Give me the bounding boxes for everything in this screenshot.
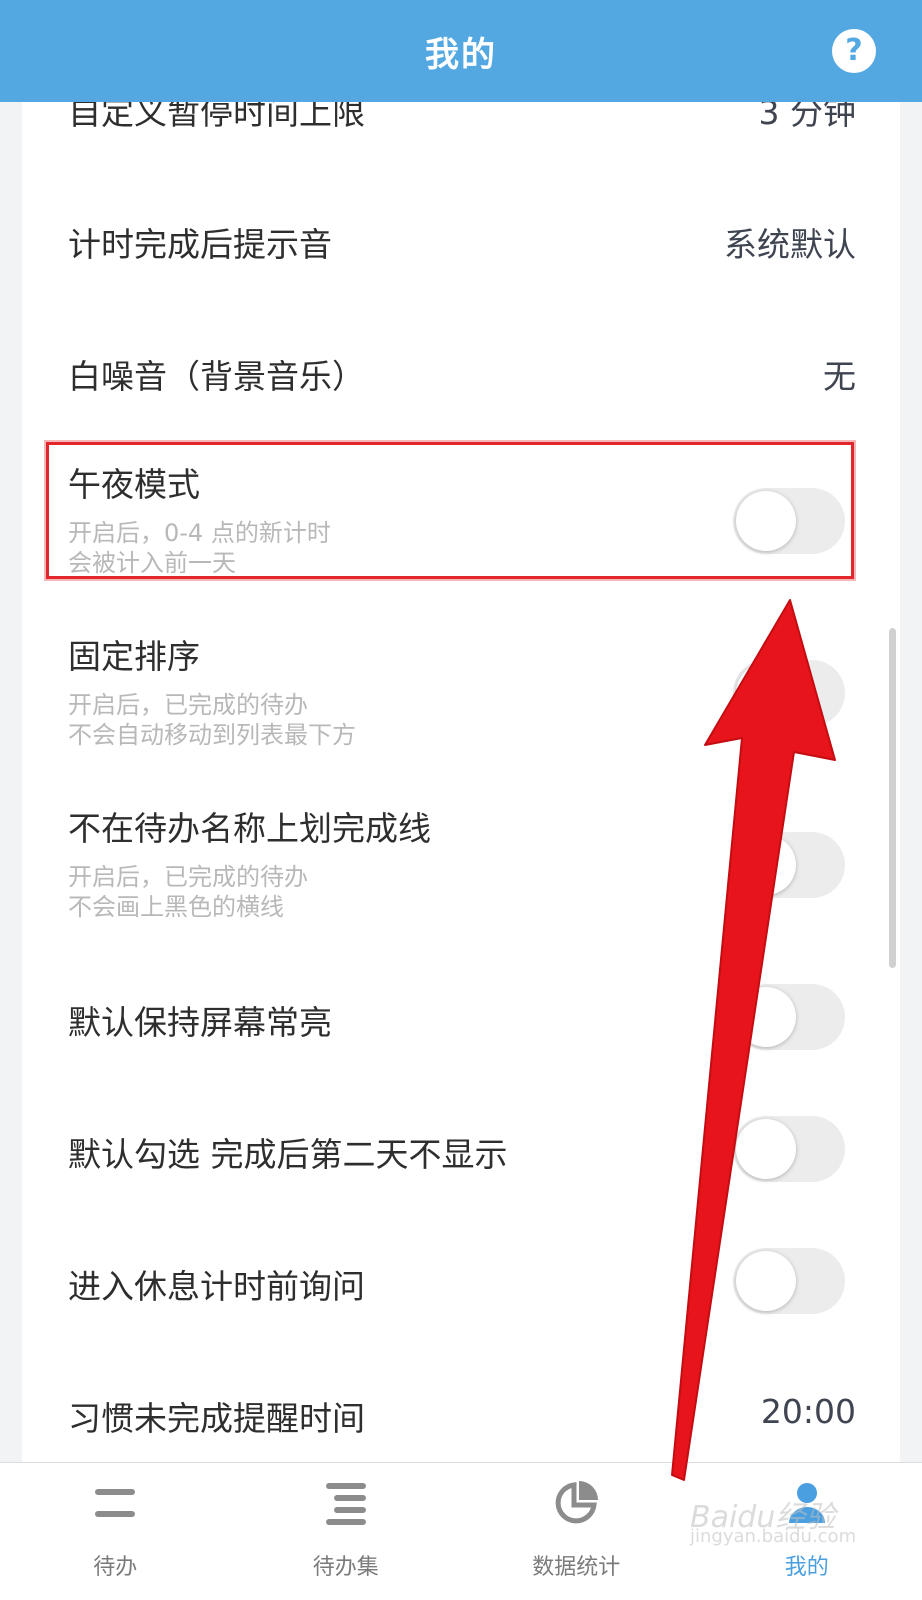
- page-title: 我的: [425, 34, 497, 75]
- watermark-url: jingyan.baidu.com: [690, 1526, 857, 1547]
- tab-label: 数据统计: [532, 1555, 621, 1580]
- help-button[interactable]: ?: [832, 29, 876, 73]
- toggle-knob: [736, 835, 796, 895]
- setting-title: 计时完成后提示音: [68, 225, 332, 264]
- setting-habit-reminder[interactable]: 习惯未完成提醒时间 20:00: [22, 1378, 900, 1462]
- annotation-highlight-box: [46, 442, 854, 579]
- tab-label: 待办: [93, 1555, 138, 1580]
- setting-description: 开启后，已完成的待办: [68, 691, 308, 719]
- no-strikethrough-toggle[interactable]: [733, 832, 845, 898]
- setting-value: 系统默认: [724, 225, 856, 264]
- setting-hide-next-day: 默认勾选 完成后第二天不显示: [22, 1114, 900, 1204]
- tab-todo-collection[interactable]: 待办集: [231, 1463, 462, 1600]
- setting-fixed-sort: 固定排序 开启后，已完成的待办 不会自动移动到列表最下方: [22, 624, 900, 764]
- setting-description: 不会自动移动到列表最下方: [68, 721, 356, 749]
- scrollbar[interactable]: [889, 628, 896, 968]
- setting-ask-before-rest: 进入休息计时前询问: [22, 1246, 900, 1336]
- setting-title: 进入休息计时前询问: [68, 1267, 365, 1306]
- tab-statistics[interactable]: 数据统计: [461, 1463, 692, 1600]
- toggle-knob: [736, 987, 796, 1047]
- keep-screen-on-toggle[interactable]: [733, 984, 845, 1050]
- hide-next-day-toggle[interactable]: [733, 1116, 845, 1182]
- setting-title: 自定义暂停时间上限: [68, 102, 365, 132]
- settings-card: 自定义暂停时间上限 3 分钟 计时完成后提示音 系统默认 白噪音（背景音乐） 无…: [22, 102, 900, 1462]
- setting-title: 默认保持屏幕常亮: [68, 1003, 332, 1042]
- fixed-sort-toggle[interactable]: [733, 660, 845, 726]
- setting-title: 不在待办名称上划完成线: [68, 809, 431, 848]
- pie-chart-icon: [552, 1479, 600, 1527]
- tab-label: 待办集: [312, 1555, 379, 1580]
- todo-list-icon: [91, 1479, 139, 1527]
- setting-value: 无: [823, 357, 856, 396]
- setting-value: 20:00: [760, 1392, 856, 1431]
- setting-finish-sound[interactable]: 计时完成后提示音 系统默认: [22, 194, 900, 284]
- setting-title: 默认勾选 完成后第二天不显示: [68, 1135, 508, 1174]
- tab-label: 我的: [784, 1555, 829, 1580]
- todo-collection-icon: [322, 1479, 370, 1527]
- setting-description: 不会画上黑色的横线: [68, 893, 284, 921]
- setting-title: 白噪音（背景音乐）: [68, 357, 365, 396]
- ask-before-rest-toggle[interactable]: [733, 1248, 845, 1314]
- setting-title: 固定排序: [68, 637, 200, 676]
- tab-todo[interactable]: 待办: [0, 1463, 231, 1600]
- setting-value: 3 分钟: [758, 102, 857, 132]
- toggle-knob: [736, 663, 796, 723]
- app-header: 我的 ?: [0, 0, 922, 102]
- setting-keep-screen-on: 默认保持屏幕常亮: [22, 982, 900, 1072]
- setting-no-strikethrough: 不在待办名称上划完成线 开启后，已完成的待办 不会画上黑色的横线: [22, 798, 900, 938]
- setting-description: 开启后，已完成的待办: [68, 863, 308, 891]
- help-icon: ?: [845, 33, 863, 68]
- setting-pause-limit[interactable]: 自定义暂停时间上限 3 分钟: [22, 102, 900, 164]
- toggle-knob: [736, 1251, 796, 1311]
- toggle-knob: [736, 1119, 796, 1179]
- setting-white-noise[interactable]: 白噪音（背景音乐） 无: [22, 324, 900, 414]
- setting-title: 习惯未完成提醒时间: [68, 1399, 365, 1438]
